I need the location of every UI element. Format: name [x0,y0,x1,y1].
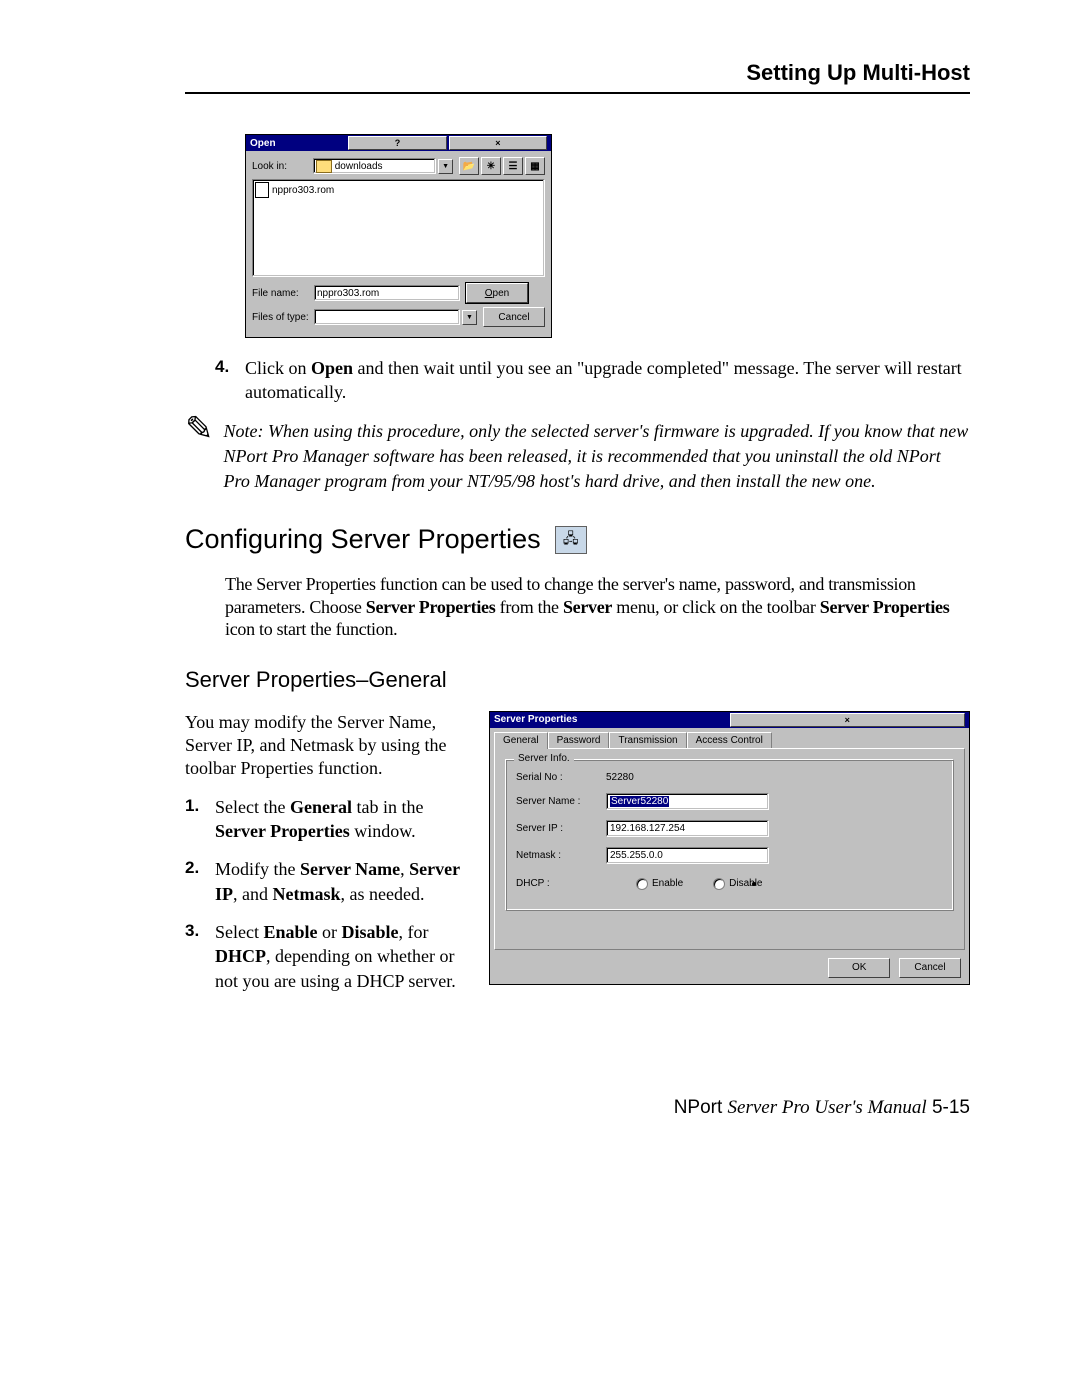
close-icon[interactable]: × [730,713,966,727]
server-info-group: Server Info. Serial No : 52280 Server Na… [505,759,954,911]
file-icon [255,182,269,198]
note-text: Note: When using this procedure, only th… [224,419,971,495]
dhcp-label: DHCP : [516,878,606,889]
group-title: Server Info. [514,753,574,764]
help-icon[interactable]: ? [348,136,446,150]
filetype-dropdown-icon[interactable]: ▼ [462,310,477,325]
intro-paragraph: The Server Properties function can be us… [225,573,970,641]
server-properties-icon: 🖧 [555,526,587,554]
tab-general[interactable]: General [494,732,548,749]
step-number: 4. [215,356,245,405]
serial-label: Serial No : [516,772,606,783]
list-view-icon[interactable]: ☰ [503,157,523,175]
section-title: Configuring Server Properties [185,524,541,555]
new-folder-icon[interactable]: ✳ [481,157,501,175]
server-name-label: Server Name : [516,796,606,807]
server-properties-dialog: Server Properties × General Password Tra… [489,711,970,985]
open-button[interactable]: Open [466,283,528,303]
filetype-label: Files of type: [252,312,314,323]
tab-access-control[interactable]: Access Control [687,732,772,748]
cancel-button[interactable]: Cancel [899,958,961,978]
page-footer: NPort Server Pro User's Manual 5-15 [185,1097,970,1119]
open-dialog: Open ? × Look in: downloads ▼ 📂 ✳ ☰ ▦ [245,134,552,338]
server-ip-label: Server IP : [516,823,606,834]
page-header: Setting Up Multi-Host [185,60,970,94]
look-in-value: downloads [335,161,383,172]
folder-icon [316,160,332,173]
step-number: 3. [185,920,215,993]
file-listbox[interactable]: nppro303.rom [252,179,545,277]
open-dialog-titlebar: Open ? × [246,135,551,151]
open-dialog-title: Open [250,138,346,149]
list-item[interactable]: nppro303.rom [255,182,542,198]
look-in-combo[interactable]: downloads [313,158,437,174]
filetype-combo[interactable] [314,309,460,325]
sp-titlebar: Server Properties × [490,712,969,728]
detail-view-icon[interactable]: ▦ [525,157,545,175]
server-name-input[interactable]: Server52280 [606,793,769,810]
step-number: 2. [185,857,215,906]
step-number: 1. [185,795,215,844]
tab-password[interactable]: Password [548,732,610,748]
section-heading: Configuring Server Properties 🖧 [185,524,970,555]
netmask-label: Netmask : [516,850,606,861]
server-ip-input[interactable]: 192.168.127.254 [606,820,769,837]
note-icon: ✎ [185,413,214,447]
intro-p1: You may modify the Server Name, Server I… [185,711,465,781]
file-item-label: nppro303.rom [272,185,334,196]
note-block: ✎ Note: When using this procedure, only … [185,419,970,495]
filename-input[interactable]: nppro303.rom [314,285,460,301]
up-folder-icon[interactable]: 📂 [459,157,479,175]
look-in-dropdown-icon[interactable]: ▼ [438,159,453,174]
subsection-heading: Server Properties–General [185,667,970,693]
serial-value: 52280 [606,772,634,783]
cancel-button[interactable]: Cancel [483,307,545,327]
dhcp-enable-radio[interactable]: Enable [636,878,683,890]
step-4: 4. Click on Open and then wait until you… [215,356,970,405]
filename-label: File name: [252,288,314,299]
netmask-input[interactable]: 255.255.0.0 [606,847,769,864]
ok-button[interactable]: OK [828,958,890,978]
dhcp-disable-radio[interactable]: Disable [713,878,766,890]
tab-transmission[interactable]: Transmission [609,732,686,748]
sp-title: Server Properties [494,714,728,725]
close-icon[interactable]: × [449,136,547,150]
look-in-label: Look in: [252,161,313,172]
